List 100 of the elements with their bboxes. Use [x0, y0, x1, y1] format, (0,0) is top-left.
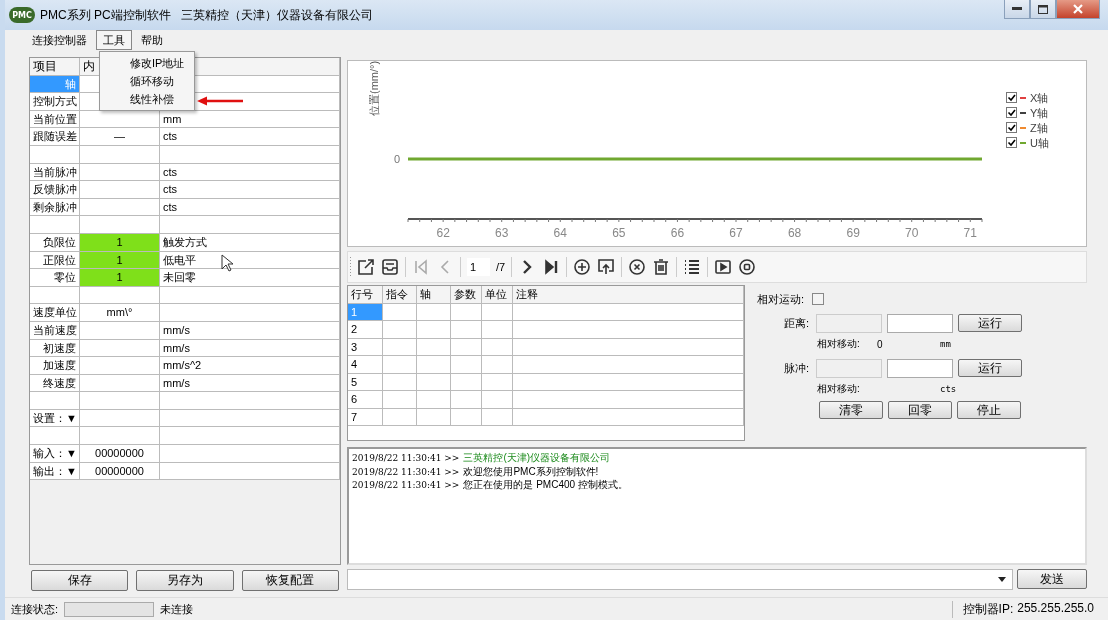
input-field[interactable] — [887, 358, 953, 378]
table-cell: — — [80, 128, 160, 146]
table-cell[interactable] — [383, 408, 417, 426]
table-cell: 输入：▼ — [30, 445, 80, 463]
connection-state: 未连接 — [160, 601, 194, 617]
legend-checkbox[interactable] — [1006, 92, 1017, 103]
table-cell[interactable] — [482, 356, 513, 374]
table-cell[interactable]: 4 — [348, 356, 383, 374]
add-icon[interactable] — [573, 258, 592, 276]
menu-item[interactable]: 帮助 — [134, 30, 170, 50]
action-button[interactable]: 恢复配置 — [241, 570, 339, 591]
table-cell[interactable] — [417, 408, 451, 426]
table-cell: 未回零 — [160, 269, 340, 287]
send-button[interactable]: 发送 — [1017, 569, 1087, 589]
x-tick-label: 71 — [963, 226, 977, 240]
export-icon[interactable] — [357, 258, 375, 276]
table-cell[interactable] — [482, 303, 513, 321]
close-button[interactable] — [1056, 0, 1100, 19]
action-button[interactable]: 停止 — [957, 401, 1021, 419]
table-cell[interactable] — [417, 338, 451, 356]
table-cell: 零位 — [30, 269, 80, 287]
window-title: PMC系列 PC端控制软件 三英精控（天津）仪器设备有限公司 — [40, 6, 373, 24]
play-icon[interactable] — [714, 258, 733, 276]
table-cell[interactable]: 7 — [348, 408, 383, 426]
ip-label: 控制器IP: — [962, 600, 1014, 618]
y-tick-label: 0 — [393, 153, 400, 165]
table-cell[interactable] — [451, 338, 482, 356]
table-cell[interactable] — [482, 321, 513, 339]
log-time: 2019/8/22 11:30:41 >> — [352, 466, 460, 477]
table-cell: 加速度 — [30, 357, 80, 375]
relative-motion-checkbox[interactable] — [812, 293, 825, 305]
table-cell[interactable] — [513, 303, 744, 321]
run-button[interactable]: 运行 — [958, 314, 1022, 332]
table-cell[interactable] — [482, 373, 513, 391]
page-field[interactable]: 1 — [467, 258, 490, 276]
field-label: 脉冲: — [782, 360, 810, 376]
table-cell[interactable] — [451, 303, 482, 321]
action-button[interactable]: 回零 — [888, 401, 952, 419]
table-cell[interactable] — [482, 408, 513, 426]
column-header: 注释 — [513, 286, 744, 304]
table-cell: 00000000 — [80, 445, 160, 463]
table-cell[interactable] — [513, 338, 744, 356]
table-cell[interactable] — [417, 321, 451, 339]
table-cell[interactable] — [451, 321, 482, 339]
legend-checkbox[interactable] — [1006, 107, 1017, 118]
legend-checkbox[interactable] — [1006, 122, 1017, 133]
cursor-icon — [221, 254, 233, 272]
table-cell[interactable] — [417, 373, 451, 391]
table-cell[interactable] — [451, 391, 482, 409]
dropdown-icon[interactable] — [998, 577, 1006, 582]
table-cell[interactable] — [417, 303, 451, 321]
table-cell: 反馈脉冲 — [30, 181, 80, 199]
log-time: 2019/8/22 11:30:41 >> — [352, 480, 460, 490]
table-cell[interactable] — [417, 391, 451, 409]
print-icon[interactable] — [381, 258, 399, 276]
table-cell[interactable]: 6 — [348, 391, 383, 409]
table-cell[interactable] — [513, 373, 744, 391]
table-cell[interactable] — [513, 356, 744, 374]
table-cell[interactable] — [383, 321, 417, 339]
table-cell[interactable] — [417, 356, 451, 374]
app-logo: PMC — [9, 7, 35, 23]
table-cell[interactable] — [383, 338, 417, 356]
legend-checkbox[interactable] — [1006, 137, 1017, 148]
table-cell[interactable] — [513, 391, 744, 409]
trash-icon[interactable] — [652, 258, 671, 276]
column-header: 参数 — [451, 286, 482, 304]
unit-label: mm — [940, 339, 951, 349]
table-cell[interactable] — [451, 356, 482, 374]
table-cell[interactable] — [482, 391, 513, 409]
minimize-button[interactable] — [1004, 0, 1030, 19]
cancel-icon[interactable] — [628, 258, 647, 276]
list-icon[interactable] — [683, 258, 702, 276]
table-cell[interactable] — [482, 338, 513, 356]
table-cell[interactable]: 3 — [348, 338, 383, 356]
maximize-button[interactable] — [1030, 0, 1056, 19]
upload-icon[interactable] — [597, 258, 616, 276]
table-cell[interactable] — [383, 391, 417, 409]
table-cell[interactable] — [383, 373, 417, 391]
table-cell[interactable]: 5 — [348, 373, 383, 391]
action-button[interactable]: 保存 — [31, 570, 129, 591]
menu-item[interactable]: 线性补偿 — [100, 90, 194, 108]
table-cell[interactable] — [513, 321, 744, 339]
column-header: 指令 — [383, 286, 417, 304]
menu-item[interactable]: 连接控制器 — [25, 30, 94, 50]
column-header: 轴 — [417, 286, 451, 304]
table-cell[interactable] — [383, 356, 417, 374]
table-cell[interactable] — [383, 303, 417, 321]
table-cell[interactable] — [513, 408, 744, 426]
log-message: 您正在使用的是 PMC400 控制模式。 — [463, 479, 628, 490]
action-button[interactable]: 另存为 — [136, 570, 234, 591]
menu-item[interactable]: 工具 — [96, 30, 132, 50]
table-cell[interactable] — [451, 373, 482, 391]
action-button[interactable]: 清零 — [819, 401, 883, 419]
x-tick-label: 64 — [553, 226, 567, 240]
table-cell[interactable] — [451, 408, 482, 426]
table-cell[interactable]: 2 — [348, 321, 383, 339]
x-tick-label: 65 — [612, 226, 626, 240]
stop-icon[interactable] — [738, 258, 757, 276]
input-field[interactable] — [887, 313, 953, 333]
run-button[interactable]: 运行 — [958, 359, 1022, 377]
